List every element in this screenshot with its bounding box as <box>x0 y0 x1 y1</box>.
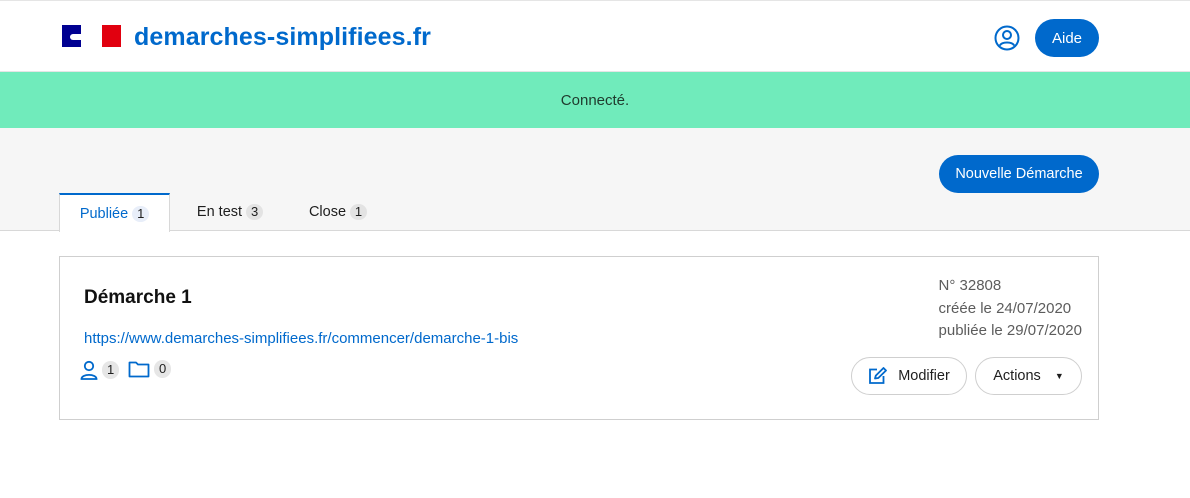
person-icon <box>80 360 98 380</box>
demarche-meta: N° 32808 créée le 24/07/2020 publiée le … <box>939 275 1082 343</box>
user-circle-icon[interactable] <box>994 25 1020 51</box>
tab-close[interactable]: Close 1 <box>298 193 378 230</box>
tab-publiee[interactable]: Publiée 1 <box>59 193 170 232</box>
actions-label: Actions <box>993 368 1041 384</box>
flash-message: Connecté. <box>0 72 1190 128</box>
edit-icon <box>869 367 888 384</box>
instructeurs-count: 1 <box>102 361 120 379</box>
tab-label: Publiée <box>79 205 129 222</box>
tab-count: 1 <box>350 203 368 220</box>
caret-down-icon: ▼ <box>1054 371 1064 381</box>
tab-count: 3 <box>246 203 264 220</box>
demarche-created-date: créée le 24/07/2020 <box>938 299 1072 317</box>
tab-en-test[interactable]: En test 3 <box>185 193 275 230</box>
demarche-published-date: publiée le 29/07/2020 <box>938 322 1082 339</box>
tab-label: En test <box>196 203 243 220</box>
folder-icon <box>128 361 150 378</box>
aide-button[interactable]: Aide <box>1035 19 1099 57</box>
demarche-card: Démarche 1 https://www.demarches-simplif… <box>59 256 1099 420</box>
tab-count: 1 <box>132 205 150 222</box>
marianne-logo-icon[interactable] <box>62 25 121 47</box>
dossiers-stat: 0 <box>128 360 172 378</box>
site-header: demarches-simplifiees.fr Aide <box>0 0 1190 72</box>
demarche-title[interactable]: Démarche 1 <box>84 287 192 309</box>
demarche-link[interactable]: https://www.demarches-simplifiees.fr/com… <box>84 330 518 347</box>
instructeurs-stat: 1 <box>80 360 120 380</box>
modifier-label: Modifier <box>898 368 950 384</box>
flash-text: Connecté. <box>560 91 630 109</box>
procedures-toolbar: Nouvelle Démarche Publiée 1 En test 3 Cl… <box>0 128 1190 232</box>
demarche-numero: N° 32808 <box>938 277 1002 294</box>
new-demarche-button[interactable]: Nouvelle Démarche <box>939 155 1099 193</box>
site-brand[interactable]: demarches-simplifiees.fr <box>134 23 431 52</box>
dossiers-count: 0 <box>154 360 172 378</box>
actions-dropdown-button[interactable]: Actions ▼ <box>975 357 1082 395</box>
tab-label: Close <box>308 203 347 220</box>
modifier-button[interactable]: Modifier <box>851 357 967 395</box>
